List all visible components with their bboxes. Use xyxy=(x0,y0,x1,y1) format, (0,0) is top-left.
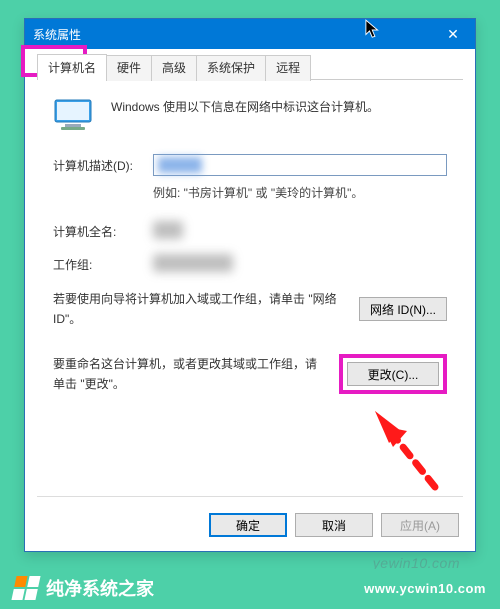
close-icon: ✕ xyxy=(447,26,459,43)
mouse-cursor-icon xyxy=(365,19,383,41)
cancel-button[interactable]: 取消 xyxy=(295,513,373,537)
fullname-value xyxy=(153,223,447,239)
change-text: 要重命名这台计算机，或者更改其域或工作组，请单击 "更改"。 xyxy=(53,354,327,395)
workgroup-label: 工作组: xyxy=(53,256,153,273)
description-example: 例如: "书房计算机" 或 "美玲的计算机"。 xyxy=(153,184,447,201)
change-button[interactable]: 更改(C)... xyxy=(347,362,439,386)
dialog-footer: 确定 取消 应用(A) xyxy=(209,513,459,537)
annotation-change-highlight: 更改(C)... xyxy=(339,354,447,394)
brand-bar: 纯净系统之家 www.ycwin10.com xyxy=(0,569,500,609)
tab-remote[interactable]: 远程 xyxy=(265,55,311,81)
dialog-content: 计算机名 硬件 高级 系统保护 远程 Windows 使用以下信息在网络中标识这… xyxy=(25,49,475,551)
tab-hardware[interactable]: 硬件 xyxy=(106,55,152,81)
brand-url: www.ycwin10.com xyxy=(364,581,486,596)
tabstrip: 计算机名 硬件 高级 系统保护 远程 xyxy=(37,53,463,80)
workgroup-value xyxy=(153,256,447,272)
titlebar[interactable]: 系统属性 ✕ xyxy=(25,19,475,49)
computer-icon xyxy=(53,98,93,132)
brand-logo-icon xyxy=(11,576,40,600)
annotation-arrow xyxy=(335,397,455,497)
fullname-label: 计算机全名: xyxy=(53,223,153,240)
info-text: Windows 使用以下信息在网络中标识这台计算机。 xyxy=(111,98,447,116)
description-input[interactable] xyxy=(153,154,447,176)
tab-system-protection[interactable]: 系统保护 xyxy=(196,55,266,81)
apply-button[interactable]: 应用(A) xyxy=(381,513,459,537)
tab-advanced[interactable]: 高级 xyxy=(151,55,197,81)
close-button[interactable]: ✕ xyxy=(431,19,475,49)
tab-computer-name[interactable]: 计算机名 xyxy=(37,54,107,80)
description-label: 计算机描述(D): xyxy=(53,157,153,174)
footer-separator xyxy=(37,496,463,497)
redacted-value xyxy=(158,157,202,173)
ok-button[interactable]: 确定 xyxy=(209,513,287,537)
brand-name: 纯净系统之家 xyxy=(46,575,154,601)
system-properties-window: 系统属性 ✕ 计算机名 硬件 高级 系统保护 远程 xyxy=(24,18,476,552)
network-id-text: 若要使用向导将计算机加入域或工作组，请单击 "网络 ID"。 xyxy=(53,289,347,330)
window-title: 系统属性 xyxy=(33,26,81,43)
network-id-button[interactable]: 网络 ID(N)... xyxy=(359,297,447,321)
